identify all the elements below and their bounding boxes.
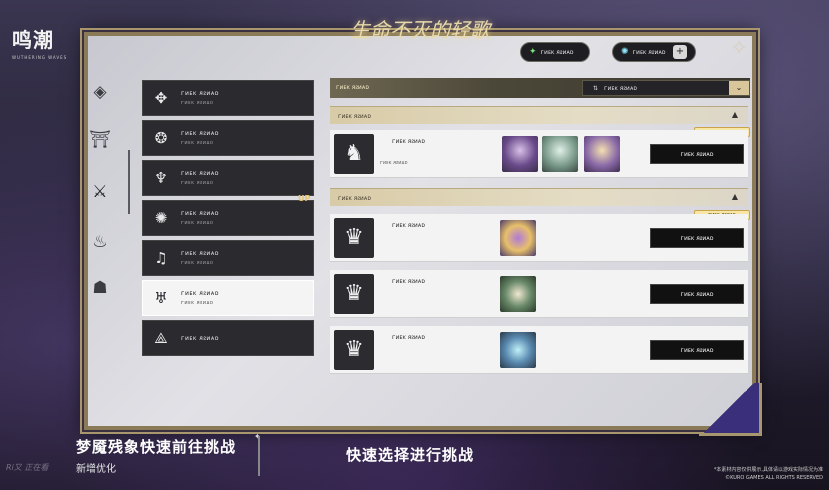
category-name: ᴦᴎᴇᴋ ᴙᴤᴎᴀᴅ: [181, 290, 219, 297]
boss-name: ᴦᴎᴇᴋ ᴙᴤᴎᴀᴅ: [392, 278, 425, 285]
category-desc: ᴦᴎᴇᴋ ᴙᴤᴎᴀᴅ: [181, 260, 214, 266]
logo-title: 鸣潮: [12, 28, 54, 52]
logo-subtitle: WUTHERING WAVES: [12, 55, 68, 60]
octagon-sigil-icon: ❂: [154, 129, 168, 147]
crossed-blades-icon[interactable]: ⚔: [88, 180, 112, 204]
compass-star-icon: ✥: [154, 89, 168, 107]
collapse-arrow-icon[interactable]: ▲: [732, 110, 738, 119]
currency-cyan-value: ᴦᴎᴇᴋ ᴙᴤᴎᴀᴅ: [632, 48, 666, 56]
add-currency-button[interactable]: +: [673, 45, 687, 59]
echo-thumbnail[interactable]: [584, 136, 620, 172]
harp-sigil-icon: ♫: [154, 249, 168, 267]
sort-icon: ⇅: [593, 84, 599, 92]
category-name: ᴦᴎᴇᴋ ᴙᴤᴎᴀᴅ: [181, 250, 219, 257]
list-title: ᴦᴎᴇᴋ ᴙᴤᴎᴀᴅ: [336, 84, 369, 91]
flame-sigil-icon: ♆: [154, 169, 168, 187]
category-desc: ᴦᴎᴇᴋ ᴙᴤᴎᴀᴅ: [181, 300, 214, 306]
copyright-disclaimer: *本素材内容仅供展示,具体请以游戏实际情况为准 ©KURO GAMES ALL …: [713, 467, 823, 481]
challenge-button[interactable]: ᴦᴎᴇᴋ ᴙᴤᴎᴀᴅ: [650, 340, 744, 360]
echo-thumbnail[interactable]: [500, 220, 536, 256]
category-name: ᴦᴎᴇᴋ ᴙᴤᴎᴀᴅ: [181, 334, 219, 342]
sort-label: ᴦᴎᴇᴋ ᴙᴤᴎᴀᴅ: [604, 84, 638, 92]
demon-mask-icon: ♛: [334, 274, 374, 314]
category-desc: ᴦᴎᴇᴋ ᴙᴤᴎᴀᴅ: [181, 140, 214, 146]
category-item[interactable]: ⟁ ᴦᴎᴇᴋ ᴙᴤᴎᴀᴅ: [142, 320, 314, 356]
caption-divider: [258, 436, 260, 476]
category-item[interactable]: ✥ ᴦᴎᴇᴋ ᴙᴤᴎᴀᴅ ᴦᴎᴇᴋ ᴙᴤᴎᴀᴅ: [142, 80, 314, 116]
triangle-sigil-icon: ⟁: [154, 329, 168, 347]
category-name: ᴦᴎᴇᴋ ᴙᴤᴎᴀᴅ: [181, 210, 219, 217]
category-item[interactable]: ❂ ᴦᴎᴇᴋ ᴙᴤᴎᴀᴅ ᴦᴎᴇᴋ ᴙᴤᴎᴀᴅ: [142, 120, 314, 156]
category-item[interactable]: ✺ ᴦᴎᴇᴋ ᴙᴤᴎᴀᴅ ᴦᴎᴇᴋ ᴙᴤᴎᴀᴅ: [142, 200, 314, 236]
boss-name: ᴦᴎᴇᴋ ᴙᴤᴎᴀᴅ: [392, 222, 425, 229]
caption-main: 梦魇残象快速前往挑战: [76, 438, 237, 456]
echo-thumbnail[interactable]: [500, 332, 536, 368]
caption-center: 快速选择进行挑战: [346, 446, 475, 464]
boss-avatar-icon: ♞: [334, 134, 374, 174]
winged-sigil-icon: ♅: [154, 289, 168, 307]
category-name: ᴦᴎᴇᴋ ᴙᴤᴎᴀᴅ: [181, 130, 219, 137]
boss-row[interactable]: ♛ ᴦᴎᴇᴋ ᴙᴤᴎᴀᴅ ᴦᴎᴇᴋ ᴙᴤᴎᴀᴅ: [330, 326, 748, 374]
demon-mask-icon: ♛: [334, 330, 374, 370]
currency-green-value: ᴦᴎᴇᴋ ᴙᴤᴎᴀᴅ: [540, 48, 574, 56]
category-name: ᴦᴎᴇᴋ ᴙᴤᴎᴀᴅ: [181, 90, 219, 97]
chevron-down-icon[interactable]: ⌄: [729, 81, 749, 95]
sort-dropdown[interactable]: ⇅ ᴦᴎᴇᴋ ᴙᴤᴎᴀᴅ ⌄: [582, 80, 750, 96]
collapse-arrow-icon[interactable]: ▲: [732, 192, 738, 201]
green-gem-icon: ✦: [529, 47, 537, 57]
boss-location: ᴦᴎᴇᴋ ᴙᴤᴎᴀᴅ: [380, 160, 408, 166]
challenge-button[interactable]: ᴦᴎᴇᴋ ᴙᴤᴎᴀᴅ: [650, 228, 744, 248]
echo-thumbnail[interactable]: [500, 276, 536, 312]
diamond-rune-icon[interactable]: ◈: [88, 80, 112, 104]
gate-rune-icon[interactable]: ⛩: [88, 128, 112, 152]
flame-crest-icon[interactable]: ♨: [88, 230, 112, 254]
category-item-selected[interactable]: ♅ ᴦᴎᴇᴋ ᴙᴤᴎᴀᴅ ᴦᴎᴇᴋ ᴙᴤᴎᴀᴅ: [142, 280, 314, 316]
up-label: UP: [298, 194, 311, 203]
beast-head-icon[interactable]: ☗: [88, 276, 112, 300]
game-logo: 鸣潮 WUTHERING WAVES: [12, 24, 76, 60]
boss-name: ᴦᴎᴇᴋ ᴙᴤᴎᴀᴅ: [392, 138, 425, 145]
echo-thumbnail[interactable]: [542, 136, 578, 172]
spark-sigil-icon: ✺: [154, 209, 168, 227]
currency-green[interactable]: ✦ ᴦᴎᴇᴋ ᴙᴤᴎᴀᴅ: [520, 42, 590, 62]
watermark: Ri又 正在看: [6, 463, 49, 472]
boss-name: ᴦᴎᴇᴋ ᴙᴤᴎᴀᴅ: [392, 334, 425, 341]
group-title: ᴦᴎᴇᴋ ᴙᴤᴎᴀᴅ: [338, 113, 371, 120]
category-name: ᴦᴎᴇᴋ ᴙᴤᴎᴀᴅ: [181, 170, 219, 177]
category-item[interactable]: ♆ ᴦᴎᴇᴋ ᴙᴤᴎᴀᴅ ᴦᴎᴇᴋ ᴙᴤᴎᴀᴅ: [142, 160, 314, 196]
group-header[interactable]: ᴦᴎᴇᴋ ᴙᴤᴎᴀᴅ ▲: [330, 106, 748, 124]
category-desc: ᴦᴎᴇᴋ ᴙᴤᴎᴀᴅ: [181, 220, 214, 226]
boss-row[interactable]: ♛ ᴦᴎᴇᴋ ᴙᴤᴎᴀᴅ ᴦᴎᴇᴋ ᴙᴤᴎᴀᴅ: [330, 270, 748, 318]
star-ornament-icon: ✧: [730, 36, 749, 61]
boss-row[interactable]: ♞ ᴦᴎᴇᴋ ᴙᴤᴎᴀᴅ ᴦᴎᴇᴋ ᴙᴤᴎᴀᴅ ᴦᴎᴇᴋ ᴙᴤᴎᴀᴅ: [330, 130, 748, 178]
group-title: ᴦᴎᴇᴋ ᴙᴤᴎᴀᴅ: [338, 195, 371, 202]
currency-cyan[interactable]: ✺ ᴦᴎᴇᴋ ᴙᴤᴎᴀᴅ +: [612, 42, 696, 62]
caption-sub: 新增优化: [76, 464, 116, 475]
category-desc: ᴦᴎᴇᴋ ᴙᴤᴎᴀᴅ: [181, 100, 214, 106]
demon-mask-icon: ♛: [334, 218, 374, 258]
cyan-gem-icon: ✺: [621, 47, 629, 57]
category-item[interactable]: ♫ ᴦᴎᴇᴋ ᴙᴤᴎᴀᴅ ᴦᴎᴇᴋ ᴙᴤᴎᴀᴅ: [142, 240, 314, 276]
boss-row[interactable]: ♛ ᴦᴎᴇᴋ ᴙᴤᴎᴀᴅ ᴦᴎᴇᴋ ᴙᴤᴎᴀᴅ: [330, 214, 748, 262]
group-header[interactable]: ᴦᴎᴇᴋ ᴙᴤᴎᴀᴅ ▲: [330, 188, 748, 206]
event-title: 生命不灭的轻歌: [350, 18, 490, 42]
challenge-button[interactable]: ᴦᴎᴇᴋ ᴙᴤᴎᴀᴅ: [650, 284, 744, 304]
active-tab-indicator: [128, 150, 130, 214]
challenge-button[interactable]: ᴦᴎᴇᴋ ᴙᴤᴎᴀᴅ: [650, 144, 744, 164]
echo-thumbnail[interactable]: [502, 136, 538, 172]
category-desc: ᴦᴎᴇᴋ ᴙᴤᴎᴀᴅ: [181, 180, 214, 186]
